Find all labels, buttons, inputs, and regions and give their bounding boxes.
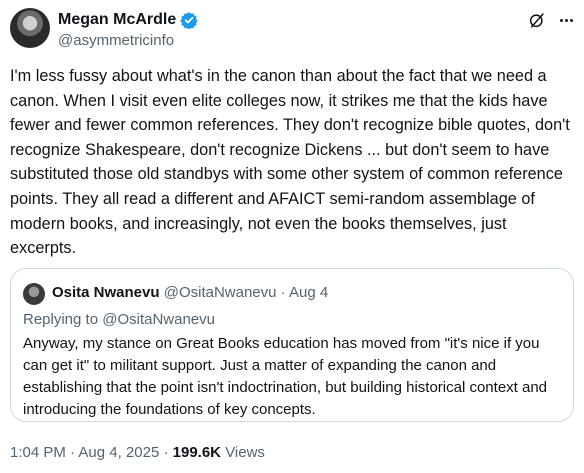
- author-name-row: Megan McArdle: [58, 10, 198, 30]
- tweet-footer: 1:04 PM · Aug 4, 2025 · 199.6K Views: [10, 443, 265, 463]
- grok-icon[interactable]: [528, 11, 546, 29]
- tweet-time[interactable]: 1:04 PM: [10, 444, 66, 461]
- views-count: 199.6K: [172, 444, 222, 461]
- quoted-meta-separator: ·: [280, 284, 286, 301]
- quoted-author-avatar: [23, 283, 45, 305]
- quoted-tweet-header: Osita Nwanevu @OsitaNwanevu · Aug 4: [52, 283, 328, 303]
- quoted-author-name: Osita Nwanevu: [52, 284, 160, 301]
- footer-separator: ·: [70, 444, 76, 461]
- views-label: Views: [225, 444, 265, 461]
- replying-to-label: Replying to @OsitaNwanevu: [23, 311, 215, 328]
- author-avatar[interactable]: [10, 8, 50, 48]
- quoted-tweet-text: Anyway, my stance on Great Books educati…: [23, 335, 548, 418]
- author-name[interactable]: Megan McArdle: [58, 10, 176, 30]
- more-options-icon[interactable]: [556, 10, 576, 30]
- footer-separator-2: ·: [163, 444, 169, 461]
- quoted-author-handle: @OsitaNwanevu: [163, 284, 277, 301]
- tweet-date[interactable]: Aug 4, 2025: [78, 444, 159, 461]
- tweet-text: I'm less fussy about what's in the canon…: [10, 67, 570, 258]
- author-handle[interactable]: @asymmetricinfo: [58, 31, 174, 51]
- verified-badge-icon: [180, 12, 198, 29]
- quoted-tweet-card[interactable]: Osita Nwanevu @OsitaNwanevu · Aug 4 Repl…: [10, 268, 574, 422]
- quoted-tweet-date: Aug 4: [289, 284, 329, 301]
